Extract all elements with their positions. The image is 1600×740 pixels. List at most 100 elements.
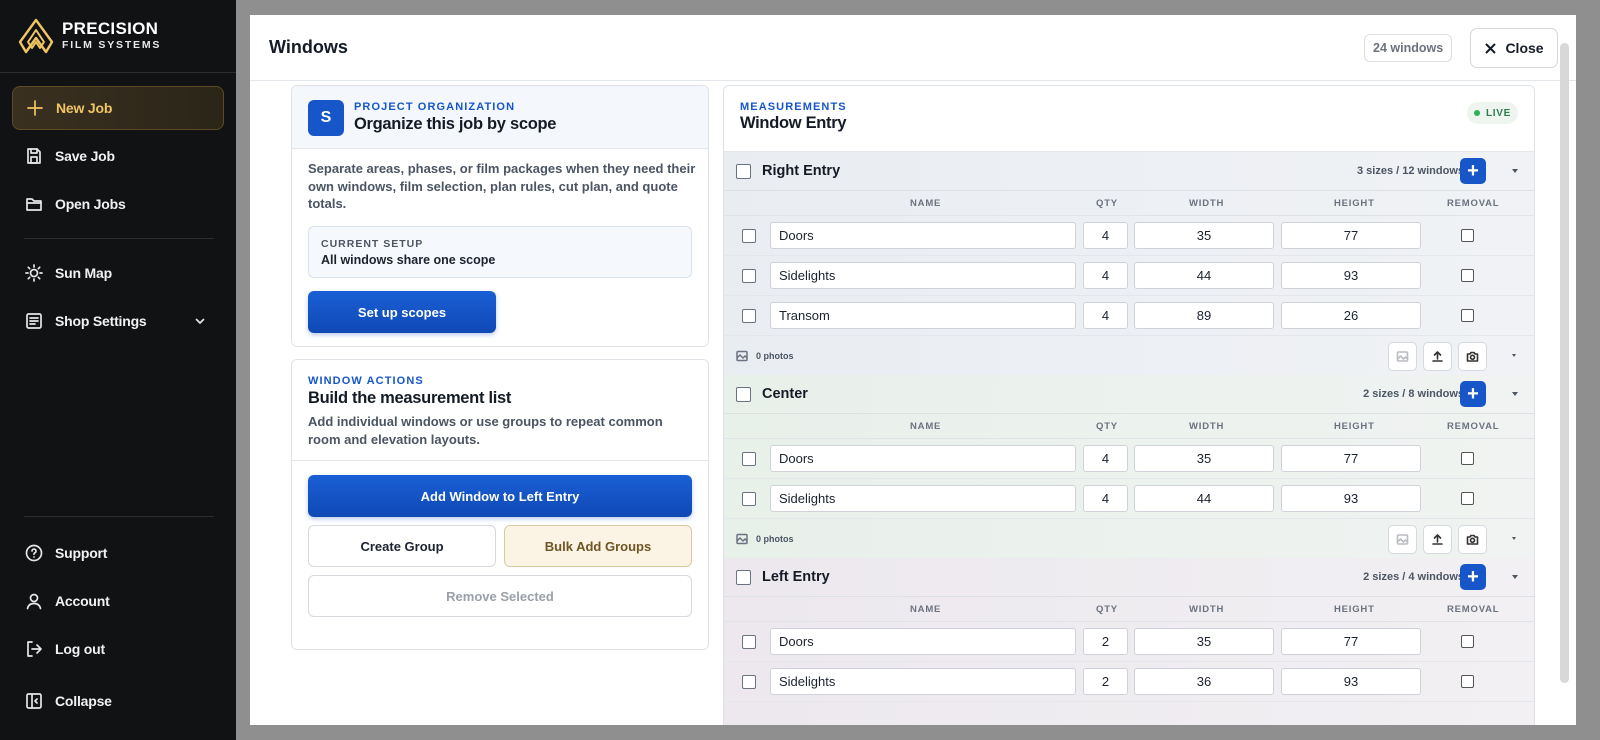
sidebar-item-new-job[interactable]: New Job xyxy=(12,86,224,130)
set-up-scopes-button[interactable]: Set up scopes xyxy=(308,291,496,333)
current-setup-value: All windows share one scope xyxy=(321,253,496,267)
group-summary: 2 sizes / 8 windows xyxy=(1363,388,1464,400)
save-icon xyxy=(25,147,43,165)
chevron-down-icon xyxy=(194,314,206,330)
window-name-input[interactable]: Sidelights xyxy=(770,485,1076,512)
sidebar-item-support[interactable]: Support xyxy=(12,531,224,575)
group-select-checkbox[interactable] xyxy=(736,569,751,585)
add-window-button[interactable]: Add Window to Left Entry xyxy=(308,475,692,517)
sidebar-item-label: Open Jobs xyxy=(55,196,126,212)
actions-title: Build the measurement list xyxy=(308,389,512,407)
sidebar-item-log-out[interactable]: Log out xyxy=(12,627,224,671)
brand-line-1: PRECISION xyxy=(62,19,159,38)
row-select-checkbox[interactable] xyxy=(742,229,756,243)
actions-description: Add individual windows or use groups to … xyxy=(308,414,663,447)
removal-checkbox[interactable] xyxy=(1461,492,1474,505)
row-select-checkbox[interactable] xyxy=(742,309,756,323)
height-input[interactable]: 77 xyxy=(1281,445,1421,472)
close-button[interactable]: Close xyxy=(1470,28,1558,68)
photo-count-label: 0 photos xyxy=(756,534,794,544)
upload-icon xyxy=(1432,351,1443,362)
removal-checkbox[interactable] xyxy=(1461,675,1474,688)
height-input[interactable]: 26 xyxy=(1281,302,1421,329)
removal-checkbox[interactable] xyxy=(1461,269,1474,282)
sidebar-item-save-job[interactable]: Save Job xyxy=(12,134,224,178)
sidebar-item-shop-settings[interactable]: Shop Settings xyxy=(12,299,224,343)
width-input[interactable]: 35 xyxy=(1134,222,1274,249)
close-button-label: Close xyxy=(1505,40,1544,56)
user-icon xyxy=(25,592,43,610)
photo-count: 0 photos xyxy=(736,533,794,545)
modal-scrollbar[interactable] xyxy=(1560,43,1569,683)
take-photo-button[interactable] xyxy=(1458,525,1487,554)
upload-photo-button[interactable] xyxy=(1423,525,1452,554)
sidebar-item-sun-map[interactable]: Sun Map xyxy=(12,251,224,295)
current-setup-label: CURRENT SETUP xyxy=(321,238,424,250)
height-input[interactable]: 77 xyxy=(1281,628,1421,655)
qty-input[interactable]: 4 xyxy=(1083,485,1128,512)
sidebar-item-label: Support xyxy=(55,545,108,561)
width-input[interactable]: 44 xyxy=(1134,262,1274,289)
removal-checkbox[interactable] xyxy=(1461,635,1474,648)
height-input[interactable]: 93 xyxy=(1281,485,1421,512)
bulk-add-groups-button[interactable]: Bulk Add Groups xyxy=(504,525,692,567)
add-window-to-group-button[interactable]: + xyxy=(1460,158,1486,184)
table-row: Doors 4 35 77 xyxy=(724,439,1534,479)
qty-input[interactable]: 4 xyxy=(1083,445,1128,472)
window-name-input[interactable]: Doors xyxy=(770,445,1076,472)
caret-down-icon[interactable] xyxy=(1512,575,1518,579)
height-input[interactable]: 77 xyxy=(1281,222,1421,249)
caret-down-icon[interactable] xyxy=(1512,537,1516,540)
sidebar-item-collapse[interactable]: Collapse xyxy=(12,679,224,723)
caret-down-icon[interactable] xyxy=(1512,392,1518,396)
qty-input[interactable]: 4 xyxy=(1083,222,1128,249)
sidebar-item-account[interactable]: Account xyxy=(12,579,224,623)
window-name-input[interactable]: Sidelights xyxy=(770,262,1076,289)
gallery-button[interactable] xyxy=(1388,525,1417,554)
group-select-checkbox[interactable] xyxy=(736,163,751,179)
add-window-to-group-button[interactable]: + xyxy=(1460,381,1486,407)
sidebar-item-label: Collapse xyxy=(55,693,112,709)
width-input[interactable]: 35 xyxy=(1134,445,1274,472)
window-actions-card: WINDOW ACTIONS Build the measurement lis… xyxy=(291,359,709,650)
measurements-eyebrow: MEASUREMENTS xyxy=(740,101,847,113)
add-window-to-group-button[interactable]: + xyxy=(1460,564,1486,590)
qty-input[interactable]: 2 xyxy=(1083,628,1128,655)
row-select-checkbox[interactable] xyxy=(742,635,756,649)
row-select-checkbox[interactable] xyxy=(742,452,756,466)
window-name-input[interactable]: Doors xyxy=(770,222,1076,249)
modal-title: Windows xyxy=(269,37,348,57)
row-select-checkbox[interactable] xyxy=(742,675,756,689)
window-name-input[interactable]: Transom xyxy=(770,302,1076,329)
width-input[interactable]: 35 xyxy=(1134,628,1274,655)
height-input[interactable]: 93 xyxy=(1281,668,1421,695)
width-input[interactable]: 89 xyxy=(1134,302,1274,329)
remove-selected-button[interactable]: Remove Selected xyxy=(308,575,692,617)
removal-checkbox[interactable] xyxy=(1461,452,1474,465)
width-input[interactable]: 44 xyxy=(1134,485,1274,512)
caret-down-icon[interactable] xyxy=(1512,354,1516,357)
table-row: Sidelights 2 36 93 xyxy=(724,662,1534,702)
sidebar-item-label: Log out xyxy=(55,641,105,657)
scope-title: Organize this job by scope xyxy=(354,115,557,133)
row-select-checkbox[interactable] xyxy=(742,269,756,283)
window-name-input[interactable]: Doors xyxy=(770,628,1076,655)
caret-down-icon[interactable] xyxy=(1512,169,1518,173)
width-input[interactable]: 36 xyxy=(1134,668,1274,695)
qty-input[interactable]: 4 xyxy=(1083,302,1128,329)
brand-logo[interactable]: PRECISION FILM SYSTEMS xyxy=(18,18,161,54)
upload-photo-button[interactable] xyxy=(1423,342,1452,371)
qty-input[interactable]: 2 xyxy=(1083,668,1128,695)
group-select-checkbox[interactable] xyxy=(736,386,751,402)
gallery-button[interactable] xyxy=(1388,342,1417,371)
window-name-input[interactable]: Sidelights xyxy=(770,668,1076,695)
take-photo-button[interactable] xyxy=(1458,342,1487,371)
row-select-checkbox[interactable] xyxy=(742,492,756,506)
sidebar-item-open-jobs[interactable]: Open Jobs xyxy=(12,182,224,226)
create-group-button[interactable]: Create Group xyxy=(308,525,496,567)
height-input[interactable]: 93 xyxy=(1281,262,1421,289)
measurements-card: MEASUREMENTS Window Entry LIVE Right Ent… xyxy=(723,85,1535,725)
removal-checkbox[interactable] xyxy=(1461,229,1474,242)
qty-input[interactable]: 4 xyxy=(1083,262,1128,289)
removal-checkbox[interactable] xyxy=(1461,309,1474,322)
